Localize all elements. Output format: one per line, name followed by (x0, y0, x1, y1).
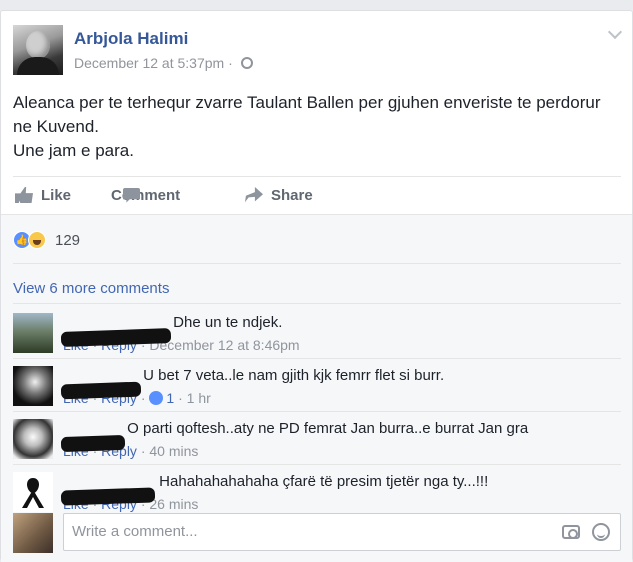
post-card: Arbjola Halimi December 12 at 5:37pm · A… (0, 10, 633, 562)
comment-body: O parti qoftesh..aty ne PD femrat Jan bu… (60, 419, 623, 461)
commenter-avatar[interactable] (13, 366, 53, 406)
divider (13, 358, 621, 359)
avatar-face (26, 31, 50, 59)
comment-meta: Like · Reply · 1 · 1 hr (63, 388, 623, 408)
commenter-avatar[interactable] (13, 472, 53, 512)
comment-text: U bet 7 veta..le nam gjith kjk femrr fle… (143, 367, 445, 384)
globe-icon[interactable] (240, 57, 253, 69)
redaction-mark (60, 434, 126, 453)
avatar-suit (17, 57, 59, 75)
commenter-avatar[interactable] (13, 419, 53, 459)
author-avatar[interactable] (13, 25, 63, 75)
comment-line: O parti qoftesh..aty ne PD femrat Jan bu… (60, 419, 623, 453)
like-button[interactable]: Like (15, 183, 71, 207)
comment-body: Dhe un te ndjek. Like · Reply · December… (60, 313, 623, 355)
divider (13, 464, 621, 465)
post-header: Arbjola Halimi December 12 at 5:37pm · (13, 25, 613, 75)
comment-line: Hahahahahahaha çfarë të presim tjetër ng… (60, 472, 623, 506)
comment-text: Hahahahahahaha çfarë të presim tjetër ng… (159, 473, 489, 490)
comment-label: Comment (111, 186, 181, 204)
like-reaction-icon[interactable] (149, 391, 164, 405)
haha-reaction-icon (28, 231, 46, 249)
divider (13, 263, 621, 264)
action-bar: Like Comment Share (13, 183, 613, 207)
comment-time[interactable]: 26 mins (149, 496, 198, 512)
comment-item: U bet 7 veta..le nam gjith kjk femrr fle… (13, 366, 623, 412)
comment-time[interactable]: 40 mins (149, 443, 198, 459)
divider (13, 411, 621, 412)
meta-separator: · (228, 55, 233, 71)
comment-body: U bet 7 veta..le nam gjith kjk femrr fle… (60, 366, 623, 408)
post-text: Aleanca per te terhequr zvarre Taulant B… (13, 91, 623, 163)
post-timestamp[interactable]: December 12 at 5:37pm (74, 55, 224, 71)
black-ribbon-icon (22, 478, 44, 508)
comment-meta: Like · Reply · 40 mins (63, 441, 623, 461)
post-meta: December 12 at 5:37pm · (74, 55, 253, 71)
like-label: Like (41, 186, 72, 204)
comment-item: O parti qoftesh..aty ne PD femrat Jan bu… (13, 419, 623, 465)
comment-text: Dhe un te ndjek. (173, 314, 283, 331)
redaction-mark (60, 381, 142, 400)
comment-line: Dhe un te ndjek. (60, 313, 623, 347)
comment-time[interactable]: 1 hr (187, 390, 211, 406)
comment-time[interactable]: December 12 at 8:46pm (149, 337, 299, 353)
post-text-line: Une jam e para. (13, 141, 134, 160)
comment-body: Hahahahahahaha çfarë të presim tjetër ng… (60, 472, 623, 514)
author-name[interactable]: Arbjola Halimi (74, 29, 188, 49)
current-user-avatar[interactable] (13, 513, 53, 553)
thumbs-up-icon (15, 187, 33, 203)
comment-composer (13, 511, 623, 553)
commenter-avatar[interactable] (13, 313, 53, 353)
divider (13, 303, 621, 304)
share-icon (245, 187, 263, 203)
comment-text: O parti qoftesh..aty ne PD femrat Jan bu… (127, 420, 529, 437)
comment-item: Dhe un te ndjek. Like · Reply · December… (13, 313, 623, 359)
comment-reaction-count[interactable]: 1 (166, 390, 174, 406)
camera-icon[interactable] (562, 525, 580, 539)
share-label: Share (271, 186, 313, 204)
comment-line: U bet 7 veta..le nam gjith kjk femrr fle… (60, 366, 623, 400)
comments-area: 👍 129 View 6 more comments Dhe un te ndj… (1, 214, 632, 562)
share-button[interactable]: Share (245, 183, 313, 207)
post-text-line: Aleanca per te terhequr zvarre Taulant B… (13, 93, 601, 136)
view-more-comments-link[interactable]: View 6 more comments (13, 280, 169, 297)
comment-input-box[interactable] (63, 513, 621, 551)
comment-button[interactable]: Comment (111, 183, 180, 207)
reaction-count: 129 (55, 231, 81, 249)
reactions-summary[interactable]: 👍 129 (13, 229, 80, 251)
smiley-icon[interactable] (592, 523, 610, 541)
comment-input[interactable] (72, 523, 512, 540)
divider (13, 176, 621, 177)
